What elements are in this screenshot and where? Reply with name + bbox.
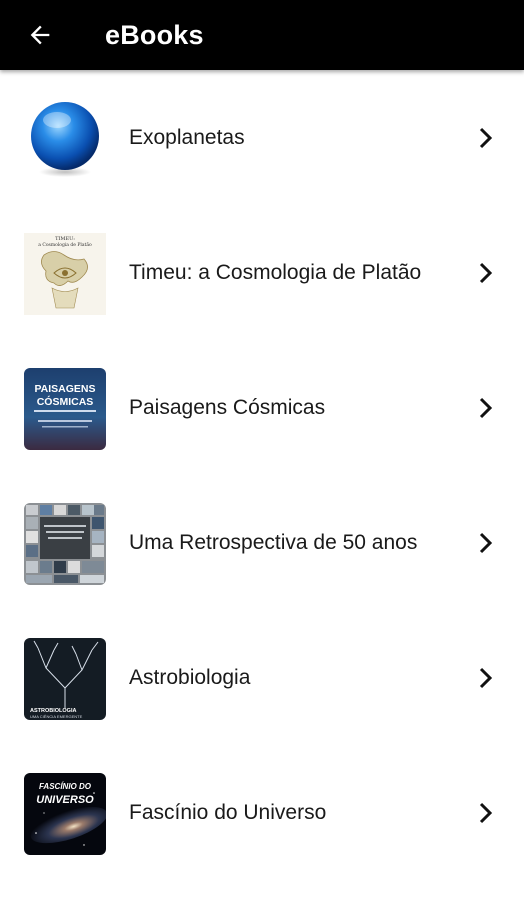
svg-text:PAISAGENS: PAISAGENS — [34, 383, 95, 395]
svg-text:UNIVERSO: UNIVERSO — [36, 794, 94, 806]
list-item[interactable]: FASCÍNIO DO UNIVERSO Fascínio do Univers… — [0, 745, 524, 880]
ebook-title: Exoplanetas — [129, 125, 245, 149]
chevron-right-icon — [479, 667, 493, 689]
list-item[interactable]: TIMEU: a Cosmologia de Platão Timeu: a C… — [0, 205, 524, 340]
ebook-title: Uma Retrospectiva de 50 anos — [129, 530, 418, 554]
fascinio-cover: FASCÍNIO DO UNIVERSO — [24, 773, 106, 855]
chevron-right-icon — [479, 397, 493, 419]
list-item[interactable]: PAISAGENS CÓSMICAS Paisagens Cósmicas — [0, 340, 524, 475]
chevron-right-icon — [479, 802, 493, 824]
paisagens-cover: PAISAGENS CÓSMICAS — [24, 368, 106, 450]
ebook-list: Exoplanetas TIMEU: a Cosmologia de Platã… — [0, 70, 524, 880]
ebook-title: Fascínio do Universo — [129, 800, 327, 824]
app-bar: eBooks — [0, 0, 524, 70]
back-button[interactable] — [0, 0, 80, 70]
svg-text:a Cosmologia de Platão: a Cosmologia de Platão — [38, 241, 92, 248]
svg-text:TIMEU:: TIMEU: — [55, 236, 75, 242]
chevron-right-icon — [479, 127, 493, 149]
timeu-cover: TIMEU: a Cosmologia de Platão — [24, 233, 106, 315]
page-title: eBooks — [105, 19, 204, 50]
arrow-back-icon — [30, 25, 50, 45]
ebook-title: Timeu: a Cosmologia de Platão — [129, 260, 422, 284]
blue-planet-cover — [24, 98, 106, 180]
list-item[interactable]: Uma Retrospectiva de 50 anos — [0, 475, 524, 610]
ebook-title: Astrobiologia — [129, 665, 251, 689]
list-item[interactable]: Exoplanetas — [0, 70, 524, 205]
svg-text:FASCÍNIO DO: FASCÍNIO DO — [39, 782, 92, 791]
retrospectiva-cover — [24, 503, 106, 585]
svg-text:CÓSMICAS: CÓSMICAS — [37, 395, 94, 408]
list-item[interactable]: ASTROBIOLOGIA UMA CIÊNCIA EMERGENTE Astr… — [0, 610, 524, 745]
chevron-right-icon — [479, 532, 493, 554]
svg-text:UMA CIÊNCIA EMERGENTE: UMA CIÊNCIA EMERGENTE — [30, 714, 83, 719]
chevron-right-icon — [479, 262, 493, 284]
ebook-title: Paisagens Cósmicas — [129, 395, 326, 419]
astrobiologia-cover: ASTROBIOLOGIA UMA CIÊNCIA EMERGENTE — [24, 638, 106, 720]
